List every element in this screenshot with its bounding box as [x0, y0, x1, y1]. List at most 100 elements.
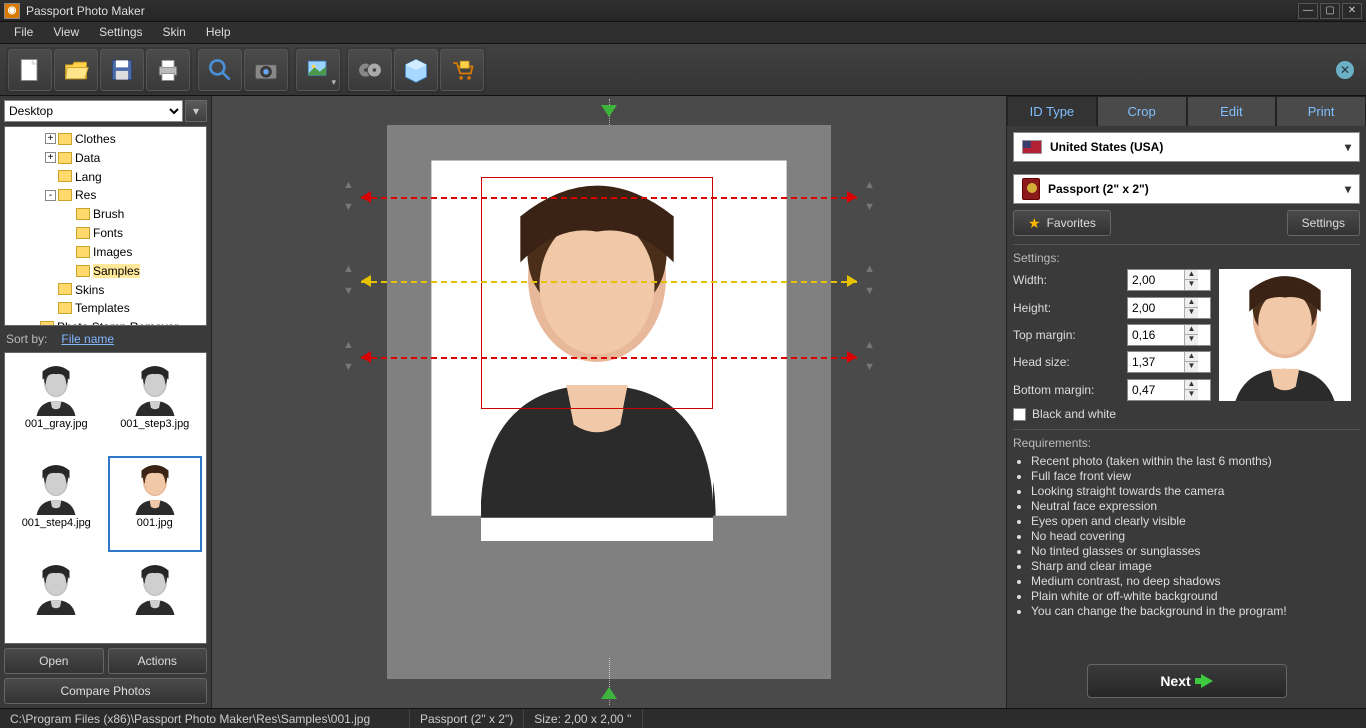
- crop-box[interactable]: [481, 177, 713, 409]
- field-label: Width:: [1013, 273, 1123, 287]
- field-label: Height:: [1013, 301, 1123, 315]
- requirement-item: Recent photo (taken within the last 6 mo…: [1031, 454, 1360, 468]
- menu-settings[interactable]: Settings: [89, 22, 152, 43]
- left-panel: Desktop ▾ +Clothes+DataLang-ResBrushFont…: [0, 96, 212, 708]
- menu-skin[interactable]: Skin: [153, 22, 196, 43]
- doctype-select[interactable]: Passport (2" x 2"): [1013, 174, 1360, 204]
- menu-help[interactable]: Help: [196, 22, 241, 43]
- tree-item[interactable]: Images: [9, 242, 206, 261]
- next-button[interactable]: Next: [1087, 664, 1287, 698]
- left-red-handle-2[interactable]: [361, 351, 371, 363]
- tree-item[interactable]: Skins: [9, 280, 206, 299]
- tree-item[interactable]: +Clothes: [9, 129, 206, 148]
- field-height[interactable]: ▲▼: [1127, 297, 1211, 319]
- requirement-item: Looking straight towards the camera: [1031, 484, 1360, 498]
- right-red-handle-2[interactable]: [847, 351, 857, 363]
- field-bottom[interactable]: ▲▼: [1127, 379, 1211, 401]
- preview-thumbnail: [1219, 269, 1351, 401]
- thumbnail[interactable]: 001.jpg: [108, 456, 203, 551]
- location-select[interactable]: Desktop: [4, 100, 183, 122]
- requirement-item: Neutral face expression: [1031, 499, 1360, 513]
- save-button[interactable]: [100, 49, 144, 91]
- sort-link[interactable]: File name: [61, 332, 114, 346]
- tree-item[interactable]: Photo Stamp Remover: [9, 317, 206, 326]
- tree-item[interactable]: Fonts: [9, 223, 206, 242]
- open-button[interactable]: [54, 49, 98, 91]
- requirement-item: No tinted glasses or sunglasses: [1031, 544, 1360, 558]
- package-button[interactable]: [394, 49, 438, 91]
- thumbnail[interactable]: [108, 556, 203, 639]
- tree-item[interactable]: Samples: [9, 261, 206, 280]
- settings-button[interactable]: Settings: [1287, 210, 1360, 236]
- requirement-item: Sharp and clear image: [1031, 559, 1360, 573]
- tree-item[interactable]: Lang: [9, 167, 206, 186]
- right-arrows-2: ▲▼: [864, 265, 875, 295]
- tree-item[interactable]: Templates: [9, 298, 206, 317]
- status-type: Passport (2" x 2"): [410, 709, 524, 728]
- maximize-button[interactable]: ▢: [1320, 3, 1340, 19]
- field-label: Top margin:: [1013, 328, 1123, 342]
- top-handle-icon[interactable]: [601, 105, 617, 117]
- new-button[interactable]: [8, 49, 52, 91]
- requirement-item: You can change the background in the pro…: [1031, 604, 1360, 618]
- star-icon: ★: [1028, 215, 1041, 232]
- thumbnail[interactable]: 001_step3.jpg: [108, 357, 203, 452]
- open-photo-button[interactable]: Open: [4, 648, 104, 674]
- favorites-button[interactable]: ★Favorites: [1013, 210, 1111, 236]
- tree-item[interactable]: +Data: [9, 148, 206, 167]
- right-arrows-3: ▲▼: [864, 341, 875, 371]
- field-width[interactable]: ▲▼: [1127, 269, 1211, 291]
- thumbnail[interactable]: [9, 556, 104, 639]
- tree-item[interactable]: Brush: [9, 204, 206, 223]
- top-red-guide[interactable]: [361, 197, 857, 199]
- bw-checkbox[interactable]: Black and white: [1013, 407, 1360, 421]
- tab-print[interactable]: Print: [1276, 96, 1366, 126]
- actions-button[interactable]: Actions: [108, 648, 208, 674]
- titlebar: ◉ Passport Photo Maker — ▢ ✕: [0, 0, 1366, 22]
- right-red-handle-1[interactable]: [847, 191, 857, 203]
- close-button[interactable]: ✕: [1342, 3, 1362, 19]
- country-select[interactable]: United States (USA): [1013, 132, 1360, 162]
- left-red-handle-1[interactable]: [361, 191, 371, 203]
- sort-label: Sort by:: [6, 332, 47, 346]
- tab-crop[interactable]: Crop: [1097, 96, 1187, 126]
- menu-view[interactable]: View: [43, 22, 89, 43]
- cart-button[interactable]: [440, 49, 484, 91]
- right-yellow-handle[interactable]: [847, 275, 857, 287]
- photo-extension: [481, 409, 713, 541]
- canvas[interactable]: ▲▼ ▲▼ ▲▼ ▲▼ ▲▼ ▲▼: [212, 96, 1006, 708]
- image-options-button[interactable]: [296, 49, 340, 91]
- camera-button[interactable]: [244, 49, 288, 91]
- requirements-heading: Requirements:: [1013, 436, 1360, 450]
- menubar: FileViewSettingsSkinHelp: [0, 22, 1366, 44]
- country-label: United States (USA): [1050, 140, 1163, 154]
- compare-button[interactable]: Compare Photos: [4, 678, 207, 704]
- tree-item[interactable]: -Res: [9, 185, 206, 204]
- film-button[interactable]: [348, 49, 392, 91]
- left-arrows-1: ▲▼: [343, 181, 354, 211]
- left-arrows-3: ▲▼: [343, 341, 354, 371]
- requirements-list: Recent photo (taken within the last 6 mo…: [1031, 454, 1360, 618]
- menu-file[interactable]: File: [4, 22, 43, 43]
- chin-guide[interactable]: [361, 357, 857, 359]
- thumbnail[interactable]: 001_gray.jpg: [9, 357, 104, 452]
- requirement-item: No head covering: [1031, 529, 1360, 543]
- requirement-item: Plain white or off-white background: [1031, 589, 1360, 603]
- field-head[interactable]: ▲▼: [1127, 351, 1211, 373]
- tab-edit[interactable]: Edit: [1187, 96, 1277, 126]
- print-button[interactable]: [146, 49, 190, 91]
- canvas-frame[interactable]: ▲▼ ▲▼ ▲▼ ▲▼ ▲▼ ▲▼: [387, 125, 831, 679]
- folder-tree[interactable]: +Clothes+DataLang-ResBrushFontsImagesSam…: [4, 126, 207, 326]
- thumbnail[interactable]: 001_step4.jpg: [9, 456, 104, 551]
- eye-guide[interactable]: [361, 281, 857, 283]
- location-dropdown-button[interactable]: ▾: [185, 100, 207, 122]
- bottom-handle-icon[interactable]: [601, 687, 617, 699]
- left-yellow-handle[interactable]: [361, 275, 371, 287]
- minimize-button[interactable]: —: [1298, 3, 1318, 19]
- panel-close-icon[interactable]: ✕: [1336, 61, 1354, 79]
- field-top[interactable]: ▲▼: [1127, 324, 1211, 346]
- zoom-button[interactable]: [198, 49, 242, 91]
- window-title: Passport Photo Maker: [26, 4, 1298, 18]
- requirement-item: Medium contrast, no deep shadows: [1031, 574, 1360, 588]
- tab-id-type[interactable]: ID Type: [1007, 96, 1097, 126]
